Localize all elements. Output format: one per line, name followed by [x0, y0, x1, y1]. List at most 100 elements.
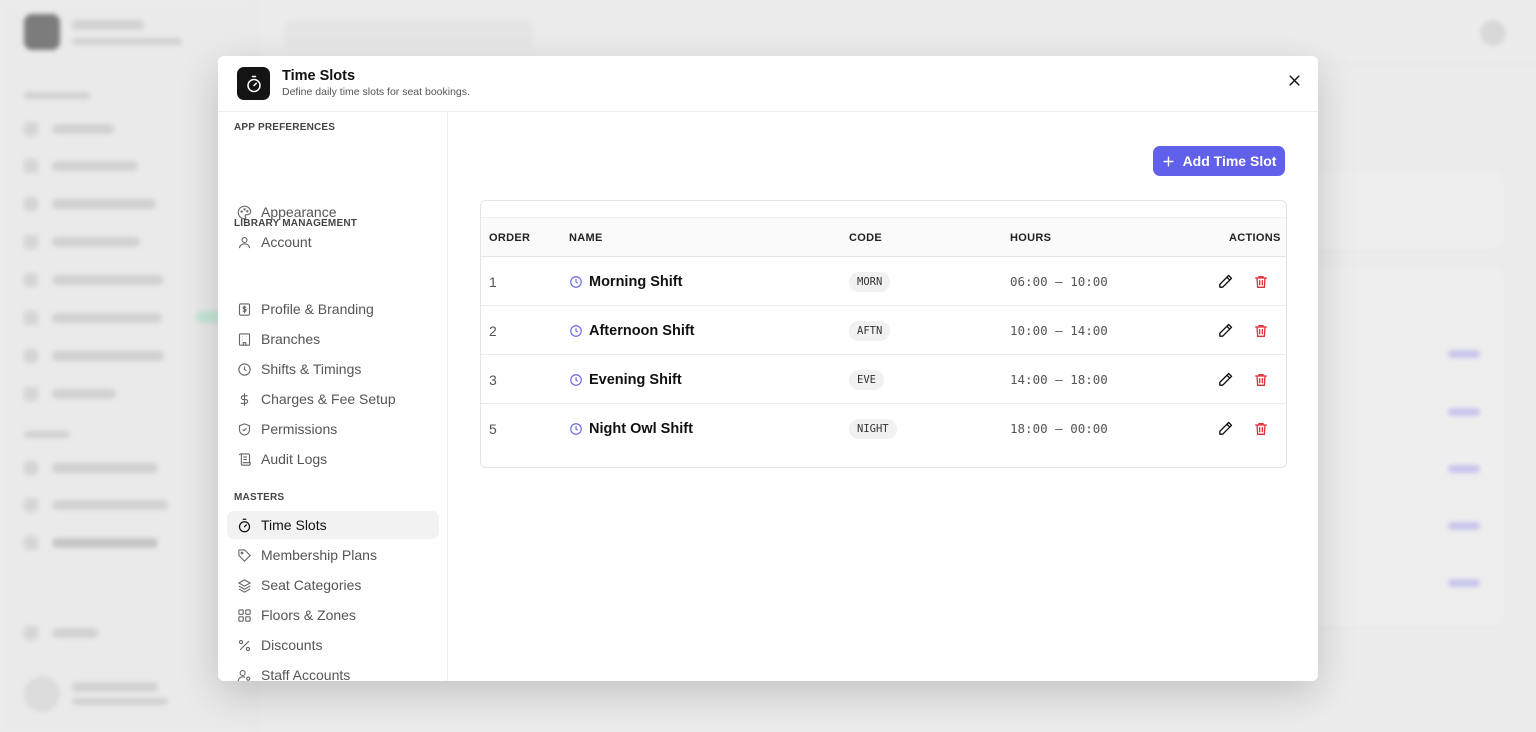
- row-actions: [1216, 355, 1270, 404]
- background-gear: [1480, 20, 1506, 46]
- background-text: [52, 500, 168, 510]
- table-row: 3 Evening Shift EVE 14:00 – 18:00: [481, 355, 1286, 404]
- background-text: [52, 161, 138, 171]
- row-order: 3: [489, 371, 497, 388]
- pencil-icon: [1218, 372, 1232, 386]
- row-order: 1: [489, 273, 497, 290]
- row-name-text: Morning Shift: [589, 273, 683, 290]
- sidebar-item-label: Charges & Fee Setup: [261, 391, 396, 407]
- sidebar-item-audit-logs[interactable]: Audit Logs: [227, 445, 439, 473]
- sidebar-item-label: Permissions: [261, 421, 338, 437]
- time-slots-modal: Time Slots Define daily time slots for s…: [218, 56, 1318, 681]
- time-slots-table: ORDER NAME CODE HOURS ACTIONS 1 Morning …: [480, 200, 1287, 468]
- delete-button[interactable]: [1252, 322, 1270, 340]
- plus-icon: [1162, 155, 1175, 168]
- sidebar-item-seat-categories[interactable]: Seat Categories: [227, 571, 439, 599]
- sidebar-item-account[interactable]: Account: [227, 228, 439, 256]
- background-icon: [24, 273, 38, 287]
- row-name: Night Owl Shift: [569, 404, 693, 453]
- background-link: [1448, 350, 1480, 358]
- layers-icon: [236, 577, 252, 593]
- shield-icon: [236, 421, 252, 437]
- background-text: [52, 351, 164, 361]
- sidebar-item-label: Audit Logs: [261, 451, 328, 467]
- section-heading-masters: MASTERS: [234, 492, 285, 503]
- background-text: [52, 237, 140, 247]
- row-hours: 18:00 – 00:00: [1010, 421, 1108, 436]
- sidebar-item-floors-zones[interactable]: Floors & Zones: [227, 601, 439, 629]
- section-heading-library-management: LIBRARY MANAGEMENT: [234, 218, 358, 229]
- modal-header: Time Slots Define daily time slots for s…: [218, 56, 1318, 112]
- row-actions: [1216, 257, 1270, 306]
- trash-icon: [1255, 275, 1267, 288]
- background-icon: [24, 387, 38, 401]
- background-text: [24, 431, 70, 438]
- row-hours: 14:00 – 18:00: [1010, 372, 1108, 387]
- background-text: [72, 698, 168, 705]
- close-button[interactable]: [1284, 70, 1304, 90]
- row-name: Evening Shift: [569, 355, 682, 404]
- pencil-icon: [1218, 274, 1232, 288]
- sidebar-item-branches[interactable]: Branches: [227, 325, 439, 353]
- section-heading-app-preferences: APP PREFERENCES: [234, 122, 336, 133]
- background-icon: [24, 536, 38, 550]
- delete-button[interactable]: [1252, 273, 1270, 291]
- sidebar-item-staff-accounts[interactable]: Staff Accounts: [227, 661, 439, 681]
- background-text: [72, 682, 158, 692]
- sidebar-item-label: Branches: [261, 331, 321, 347]
- sidebar-item-label: Profile & Branding: [261, 301, 374, 317]
- building-icon: [236, 331, 252, 347]
- row-code: EVE: [849, 355, 884, 404]
- add-time-slot-button[interactable]: Add Time Slot: [1153, 146, 1285, 176]
- sidebar-item-time-slots[interactable]: Time Slots: [227, 511, 439, 539]
- sidebar-item-charges-fee-setup[interactable]: Charges & Fee Setup: [227, 385, 439, 413]
- background-link: [1448, 408, 1480, 416]
- background-link: [1448, 579, 1480, 587]
- edit-button[interactable]: [1216, 322, 1234, 340]
- background-icon: [24, 122, 38, 136]
- column-header-actions: ACTIONS: [1229, 232, 1281, 244]
- row-name-text: Evening Shift: [589, 371, 682, 388]
- row-hours: 10:00 – 14:00: [1010, 323, 1108, 338]
- trash-icon: [1255, 373, 1267, 386]
- timer-icon: [237, 67, 270, 100]
- edit-button[interactable]: [1216, 420, 1234, 438]
- background-icon: [24, 159, 38, 173]
- code-badge: MORN: [849, 271, 891, 292]
- delete-button[interactable]: [1252, 420, 1270, 438]
- sidebar-item-permissions[interactable]: Permissions: [227, 415, 439, 443]
- timer-icon: [236, 517, 252, 533]
- column-header-code[interactable]: CODE: [849, 218, 882, 258]
- column-header-hours[interactable]: HOURS: [1010, 218, 1051, 258]
- row-name-text: Afternoon Shift: [589, 322, 695, 339]
- row-order: 5: [489, 420, 497, 437]
- sidebar-item-label: Floors & Zones: [261, 607, 356, 623]
- user-icon: [236, 234, 252, 250]
- edit-button[interactable]: [1216, 371, 1234, 389]
- sidebar-item-shifts-timings[interactable]: Shifts & Timings: [227, 355, 439, 383]
- column-header-name[interactable]: NAME: [569, 218, 603, 258]
- table-header: ORDER NAME CODE HOURS ACTIONS: [481, 217, 1286, 257]
- row-actions: [1216, 404, 1270, 453]
- background-icon: [24, 349, 38, 363]
- row-actions: [1216, 306, 1270, 355]
- table-row: 1 Morning Shift MORN 06:00 – 10:00: [481, 257, 1286, 306]
- column-header-order[interactable]: ORDER: [489, 218, 530, 258]
- delete-button[interactable]: [1252, 371, 1270, 389]
- background-icon: [24, 498, 38, 512]
- background-avatar: [24, 676, 60, 712]
- tag-icon: [236, 547, 252, 563]
- add-time-slot-label: Add Time Slot: [1182, 153, 1277, 169]
- sidebar-item-membership-plans[interactable]: Membership Plans: [227, 541, 439, 569]
- edit-button[interactable]: [1216, 273, 1234, 291]
- sidebar-item-label: Shifts & Timings: [261, 361, 362, 377]
- background-text: [72, 20, 144, 30]
- background-card: [1300, 265, 1505, 627]
- row-code: AFTN: [849, 306, 891, 355]
- background-icon: [24, 626, 38, 640]
- sidebar-item-discounts[interactable]: Discounts: [227, 631, 439, 659]
- table-row: 5 Night Owl Shift NIGHT 18:00 – 00:00: [481, 404, 1286, 453]
- trash-icon: [1255, 324, 1267, 337]
- sidebar-item-profile-branding[interactable]: Profile & Branding: [227, 295, 439, 323]
- sidebar-item-label: Time Slots: [261, 517, 327, 533]
